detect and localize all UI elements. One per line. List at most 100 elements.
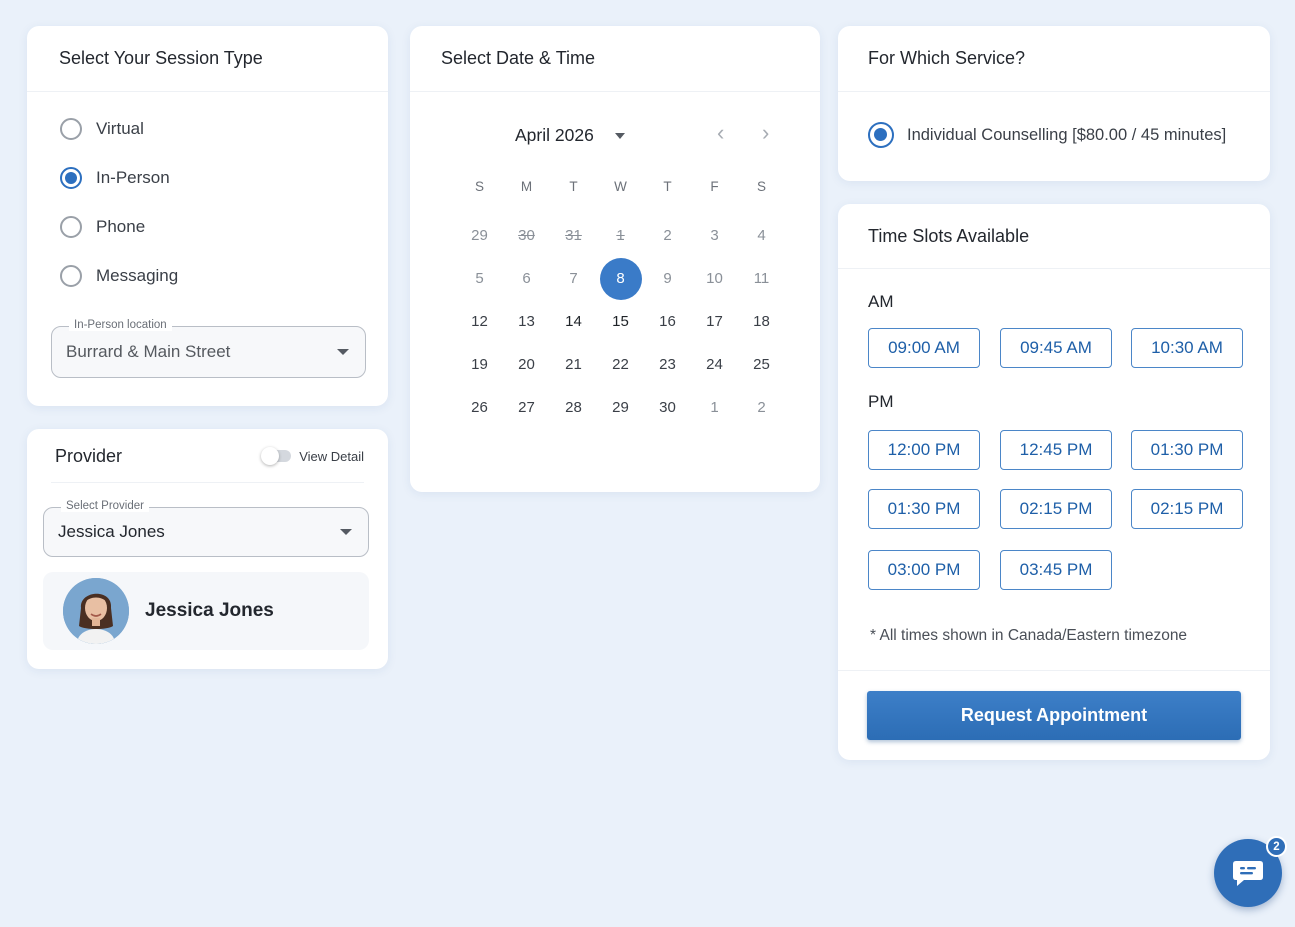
calendar-day[interactable]: 22	[597, 343, 644, 386]
calendar-day-number: 20	[518, 356, 535, 373]
time-slot-button[interactable]: 09:45 AM	[1000, 328, 1112, 368]
radio-in-person[interactable]	[60, 166, 82, 189]
calendar-day-number: 28	[565, 399, 582, 416]
calendar-day-number: 10	[706, 270, 723, 287]
time-slot-button[interactable]: 12:45 PM	[1000, 430, 1112, 470]
chat-icon	[1233, 861, 1263, 886]
session-option-label: Virtual	[96, 118, 144, 138]
calendar-day[interactable]: 16	[644, 300, 691, 343]
calendar-day[interactable]: 21	[550, 343, 597, 386]
provider-select[interactable]: Select Provider Jessica Jones	[43, 500, 369, 557]
radio-messaging[interactable]	[60, 264, 82, 287]
calendar-day[interactable]: 30	[644, 386, 691, 429]
weekday-header: M	[520, 178, 533, 194]
calendar-day[interactable]: 19	[456, 343, 503, 386]
month-selector[interactable]: April 2026	[515, 125, 594, 146]
calendar-day-number: 5	[475, 270, 484, 287]
radio-service[interactable]	[868, 122, 894, 148]
calendar-day-number: 2	[757, 399, 766, 416]
request-appointment-button[interactable]: Request Appointment	[867, 691, 1241, 740]
calendar-day-number: 26	[471, 399, 488, 416]
provider-header: Provider View Detail	[27, 429, 388, 483]
chevron-right-icon[interactable]: ›	[762, 122, 769, 144]
session-option-label: Messaging	[96, 265, 179, 285]
service-option[interactable]: Individual Counselling [$80.00 / 45 minu…	[838, 92, 1270, 148]
time-slot-button[interactable]: 09:00 AM	[868, 328, 980, 368]
calendar-day[interactable]: 2	[738, 386, 785, 429]
calendar-day-number: 6	[522, 270, 531, 287]
time-slot-button[interactable]: 12:00 PM	[868, 430, 980, 470]
calendar-day-selected[interactable]: 8	[597, 257, 644, 300]
divider	[838, 670, 1270, 671]
calendar-day-number: 11	[753, 270, 770, 287]
calendar-day-number: 12	[471, 313, 488, 330]
calendar-day[interactable]: 29	[456, 214, 503, 257]
calendar-day[interactable]: 5	[456, 257, 503, 300]
calendar-day-number: 8	[599, 257, 642, 300]
calendar-day[interactable]: 23	[644, 343, 691, 386]
calendar-day[interactable]: 15	[597, 300, 644, 343]
calendar-day[interactable]: 12	[456, 300, 503, 343]
toggle-switch[interactable]	[261, 447, 292, 465]
provider-name: Jessica Jones	[145, 600, 274, 621]
calendar-day-number: 27	[518, 399, 535, 416]
session-option-messaging[interactable]: Messaging	[27, 251, 388, 300]
calendar-day[interactable]: 28	[550, 386, 597, 429]
calendar-day[interactable]: 11	[738, 257, 785, 300]
provider-summary: Jessica Jones	[43, 572, 369, 650]
calendar-day[interactable]: 14	[550, 300, 597, 343]
location-select[interactable]: In-Person location Burrard & Main Street	[51, 319, 366, 378]
calendar-day[interactable]: 25	[738, 343, 785, 386]
session-option-phone[interactable]: Phone	[27, 202, 388, 251]
provider-select-value: Jessica Jones	[58, 522, 165, 541]
calendar-day[interactable]: 13	[503, 300, 550, 343]
calendar-day[interactable]: 27	[503, 386, 550, 429]
calendar-day[interactable]: 1	[691, 386, 738, 429]
session-option-virtual[interactable]: Virtual	[27, 104, 388, 153]
calendar-day[interactable]: 30	[503, 214, 550, 257]
session-option-in-person[interactable]: In-Person	[27, 153, 388, 202]
view-detail-toggle[interactable]: View Detail	[261, 447, 364, 465]
radio-phone[interactable]	[60, 215, 82, 238]
time-slots-card: Time Slots Available AM 09:00 AM 09:45 AM…	[838, 204, 1270, 760]
time-slot-button[interactable]: 02:15 PM	[1131, 489, 1243, 529]
calendar-day[interactable]: 31	[550, 214, 597, 257]
pm-label: PM	[868, 392, 894, 411]
calendar-day[interactable]: 1	[597, 214, 644, 257]
calendar-day[interactable]: 7	[550, 257, 597, 300]
calendar-day[interactable]: 4	[738, 214, 785, 257]
calendar-day-number: 15	[612, 313, 629, 330]
time-slot-button[interactable]: 03:00 PM	[868, 550, 980, 590]
calendar-day[interactable]: 26	[456, 386, 503, 429]
slots-title: Time Slots Available	[838, 204, 1270, 269]
calendar-day[interactable]: 17	[691, 300, 738, 343]
location-value: Burrard & Main Street	[66, 342, 231, 361]
caret-down-icon	[337, 349, 349, 355]
radio-virtual[interactable]	[60, 117, 82, 140]
chevron-left-icon[interactable]: ‹	[717, 122, 724, 144]
time-slot-button[interactable]: 02:15 PM	[1000, 489, 1112, 529]
time-slot-button[interactable]: 03:45 PM	[1000, 550, 1112, 590]
calendar-day-number: 30	[659, 399, 676, 416]
chat-notification-badge: 2	[1266, 836, 1287, 857]
calendar-day-number: 2	[663, 227, 672, 244]
calendar-day[interactable]: 29	[597, 386, 644, 429]
calendar-day[interactable]: 20	[503, 343, 550, 386]
weekday-header: F	[710, 178, 719, 194]
time-slot-button[interactable]: 01:30 PM	[868, 489, 980, 529]
time-slot-button[interactable]: 10:30 AM	[1131, 328, 1243, 368]
calendar-day-number: 16	[659, 313, 676, 330]
calendar-day[interactable]: 24	[691, 343, 738, 386]
calendar-day[interactable]: 9	[644, 257, 691, 300]
calendar-day[interactable]: 2	[644, 214, 691, 257]
calendar-title: Select Date & Time	[410, 26, 820, 92]
calendar-day[interactable]: 10	[691, 257, 738, 300]
calendar-day[interactable]: 18	[738, 300, 785, 343]
calendar-day[interactable]: 3	[691, 214, 738, 257]
calendar-day-number: 14	[565, 313, 582, 330]
caret-down-icon[interactable]	[615, 133, 625, 139]
calendar-day[interactable]: 6	[503, 257, 550, 300]
time-slot-button[interactable]: 01:30 PM	[1131, 430, 1243, 470]
location-legend: In-Person location	[69, 319, 172, 331]
calendar-day-number: 22	[612, 356, 629, 373]
